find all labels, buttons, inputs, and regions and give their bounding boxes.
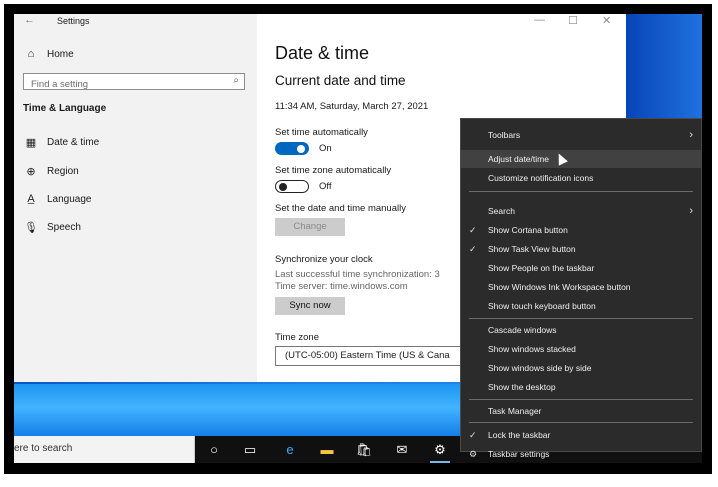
sidebar-item-region[interactable]: ⊕ Region [24,164,79,178]
menu-item-label: Show touch keyboard button [488,301,596,311]
last-sync-text: Last successful time synchronization: 3 [275,269,440,280]
nav-home-label: Home [47,48,74,60]
set-timezone-auto-toggle[interactable] [275,180,309,193]
menu-item-cascade-windows[interactable]: Cascade windows [461,321,701,339]
manual-datetime-label: Set the date and time manually [275,203,406,214]
find-setting-search[interactable]: ⌕ [23,73,245,92]
menu-item-show-task-view[interactable]: ✓ Show Task View button [461,240,701,258]
menu-separator [469,191,693,192]
set-time-auto-toggle[interactable] [275,142,309,155]
menu-item-label: Cascade windows [488,325,557,335]
timezone-label: Time zone [275,332,319,343]
menu-item-customize-notification-icons[interactable]: Customize notification icons [461,169,701,187]
toggle-knob [297,144,305,153]
edge-icon[interactable]: e [276,436,304,463]
menu-item-lock-taskbar[interactable]: ✓ Lock the taskbar [461,426,701,444]
menu-item-label: Lock the taskbar [488,430,551,440]
sync-now-button[interactable]: Sync now [275,297,345,315]
menu-item-label: Adjust date/time [488,154,549,164]
settings-sidebar: ← Settings ⌂ Home ⌕ Time & Language ▦ Da… [14,14,257,382]
calendar-clock-icon: ▦ [25,136,37,149]
set-timezone-auto-state: Off [319,181,332,192]
file-explorer-icon[interactable]: ▬ [313,436,341,463]
menu-separator [469,318,693,319]
page-title: Date & time [275,43,370,63]
settings-gear-icon[interactable]: ⚙ [426,436,454,463]
taskbar-search-box[interactable]: ere to search [14,436,195,463]
menu-item-label: Show windows side by side [488,363,592,373]
checkmark-icon: ✓ [469,225,477,235]
section-subtitle: Current date and time [275,73,406,88]
sidebar-item-label: Region [47,165,79,177]
change-button[interactable]: Change [275,218,345,236]
menu-item-label: Toolbars [488,130,521,140]
menu-item-label: Show Task View button [488,244,576,254]
menu-separator [469,422,693,423]
menu-item-task-manager[interactable]: Task Manager [461,402,701,420]
menu-item-adjust-date-time[interactable]: Adjust date/time [461,150,701,168]
menu-item-taskbar-settings[interactable]: ⚙ Taskbar settings [461,445,701,463]
menu-item-show-people[interactable]: Show People on the taskbar [461,259,701,277]
sync-heading: Synchronize your clock [275,254,373,265]
time-server-text: Time server: time.windows.com [275,281,408,292]
sidebar-item-speech[interactable]: 🎙︎ Speech [24,220,81,234]
taskbar-search-text: ere to search [14,443,73,454]
menu-item-show-ink-workspace[interactable]: Show Windows Ink Workspace button [461,278,701,296]
menu-item-label: Show Windows Ink Workspace button [488,282,631,292]
section-heading: Time & Language [23,103,107,114]
menu-item-show-touch-keyboard[interactable]: Show touch keyboard button [461,297,701,315]
nav-home[interactable]: ⌂ Home [24,47,74,61]
current-datetime: 11:34 AM, Saturday, March 27, 2021 [275,101,429,112]
chevron-right-icon: › [689,129,693,141]
menu-item-show-cortana[interactable]: ✓ Show Cortana button [461,221,701,239]
home-icon: ⌂ [27,48,35,60]
toggle-knob [279,182,287,191]
mail-icon[interactable]: ✉ [388,436,416,463]
sidebar-item-label: Speech [47,221,81,233]
set-time-auto-state: On [319,143,332,154]
menu-item-label: Taskbar settings [488,449,550,459]
globe-icon: ⊕ [26,165,36,178]
checkmark-icon: ✓ [469,244,477,254]
close-button[interactable]: ✕ [602,14,611,27]
menu-item-label: Show the desktop [488,382,556,392]
maximize-button[interactable]: ☐ [568,14,578,27]
mouse-cursor-icon [554,151,568,166]
sidebar-item-date-time[interactable]: ▦ Date & time [24,135,99,149]
menu-separator [469,399,693,400]
menu-item-show-desktop[interactable]: Show the desktop [461,378,701,396]
screenshot-frame: ← Settings ⌂ Home ⌕ Time & Language ▦ Da… [4,4,712,474]
search-icon[interactable]: ⌕ [233,75,239,86]
desktop-screen: ← Settings ⌂ Home ⌕ Time & Language ▦ Da… [14,14,702,463]
checkmark-icon: ✓ [469,430,477,440]
menu-item-label: Task Manager [488,406,542,416]
cortana-circle-icon[interactable]: ○ [200,436,228,463]
menu-item-label: Show Cortana button [488,225,568,235]
menu-item-label: Show People on the taskbar [488,263,595,273]
sidebar-item-label: Date & time [47,136,100,148]
store-icon[interactable]: 🛍︎ [350,436,378,463]
minimize-button[interactable]: — [534,14,545,26]
microphone-icon: 🎙︎ [24,221,38,234]
set-timezone-auto-label: Set time zone automatically [275,165,392,176]
timezone-select[interactable]: (UTC-05:00) Eastern Time (US & Cana [275,346,475,366]
menu-item-search[interactable]: Search › [461,202,701,220]
search-input[interactable] [24,77,214,92]
chevron-right-icon: › [689,205,693,217]
menu-item-toolbars[interactable]: Toolbars › [461,126,701,144]
language-icon: A̲ [27,193,35,205]
sidebar-item-language[interactable]: A̲ Language [24,192,92,206]
menu-item-label: Search [488,206,515,216]
app-title: Settings [57,16,90,26]
back-arrow-icon[interactable]: ← [24,14,35,26]
menu-item-label: Show windows stacked [488,344,576,354]
taskbar-context-menu: Toolbars › Adjust date/time Customize no… [460,118,702,459]
menu-item-show-windows-side-by-side[interactable]: Show windows side by side [461,359,701,377]
menu-item-label: Customize notification icons [488,173,594,183]
sidebar-item-label: Language [47,193,92,205]
menu-item-show-windows-stacked[interactable]: Show windows stacked [461,340,701,358]
gear-icon: ⚙ [469,449,478,459]
task-view-icon[interactable]: ▭ [236,436,264,463]
set-time-auto-label: Set time automatically [275,127,368,138]
